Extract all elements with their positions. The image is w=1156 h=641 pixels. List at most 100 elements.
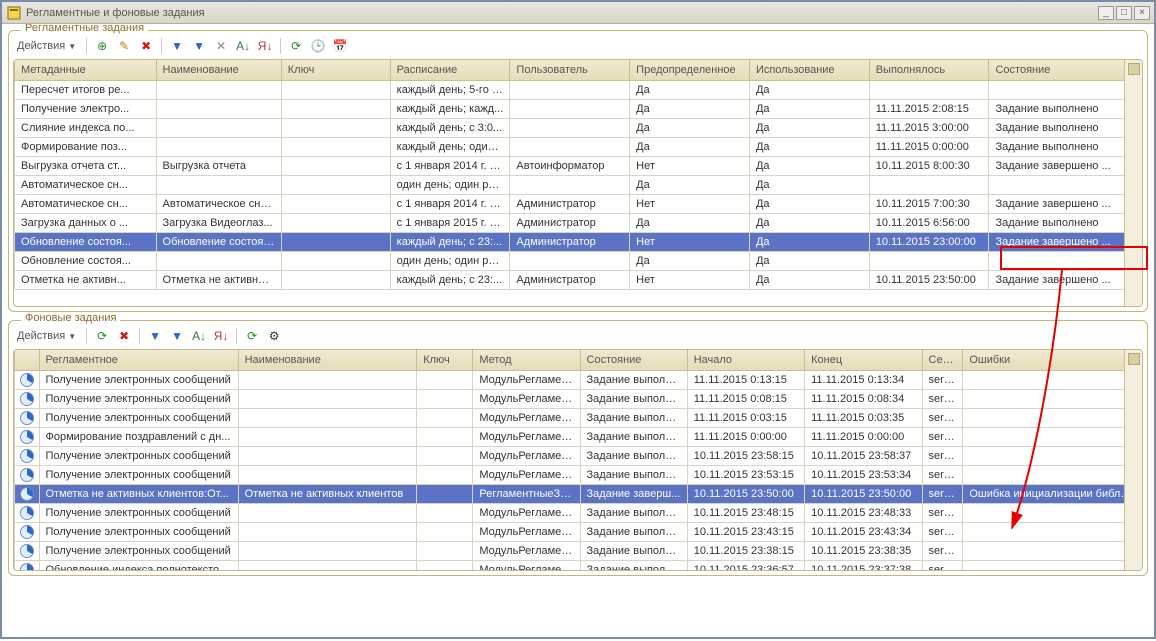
column-header[interactable]: Выполнялось [869, 60, 989, 80]
table-cell [15, 522, 40, 541]
column-header[interactable]: Использование [749, 60, 869, 80]
table-row[interactable]: Получение электронных сообщенийМодульРег… [15, 389, 1142, 408]
refresh2-icon[interactable]: ⟳ [243, 327, 261, 345]
column-header[interactable]: Метаданные [15, 60, 157, 80]
column-header[interactable]: Сер... [922, 350, 963, 370]
filter-icon[interactable]: ▼ [168, 37, 186, 55]
edit-icon[interactable]: ✎ [115, 37, 133, 55]
table-cell: Да [749, 213, 869, 232]
sort-desc-icon[interactable]: Я↓ [256, 37, 274, 55]
table-row[interactable]: Автоматическое сн...один день; один раз.… [15, 175, 1142, 194]
table-row[interactable]: Отметка не активн...Отметка не активны..… [15, 270, 1142, 289]
table-row[interactable]: Получение электронных сообщенийМодульРег… [15, 408, 1142, 427]
table-cell: Автоинформатор [510, 156, 630, 175]
background-table[interactable]: РегламентноеНаименованиеКлючМетодСостоян… [14, 350, 1142, 571]
column-header[interactable] [15, 350, 40, 370]
column-header[interactable]: Ошибки [963, 350, 1142, 370]
table-row[interactable]: Получение электронных сообщенийМодульРег… [15, 503, 1142, 522]
sort-asc-icon[interactable]: A↓ [234, 37, 252, 55]
table-row[interactable]: Формирование поз...каждый день; один ...… [15, 137, 1142, 156]
column-header[interactable]: Ключ [417, 350, 473, 370]
table-cell: 11.11.2015 0:08:34 [805, 389, 922, 408]
table-cell: 10.11.2015 23:50:00 [687, 484, 804, 503]
table-row[interactable]: Формирование поздравлений с дн...МодульР… [15, 427, 1142, 446]
column-header[interactable]: Расписание [390, 60, 510, 80]
calendar-icon[interactable]: 📅 [331, 37, 349, 55]
table-row[interactable]: Отметка не активных клиентов:От...Отметк… [15, 484, 1142, 503]
scrollbar[interactable] [1124, 350, 1142, 570]
table-cell: Задание завершено ... [989, 270, 1142, 289]
column-header[interactable]: Регламентное [39, 350, 238, 370]
table-cell: Да [630, 175, 750, 194]
table-cell: Получение электронных сообщений [39, 446, 238, 465]
clock-icon[interactable]: 🕒 [309, 37, 327, 55]
filter-clear-icon[interactable]: ✕ [212, 37, 230, 55]
delete-icon[interactable]: ✖ [115, 327, 133, 345]
job-status-icon [20, 430, 34, 444]
table-cell: serv... [922, 541, 963, 560]
table-row[interactable]: Обновление состоя...один день; один раз.… [15, 251, 1142, 270]
table-row[interactable]: Получение электронных сообщенийМодульРег… [15, 446, 1142, 465]
table-row[interactable]: Обновление состоя...Обновление состоян..… [15, 232, 1142, 251]
filter-settings-icon[interactable]: ▼ [168, 327, 186, 345]
table-cell: Администратор [510, 213, 630, 232]
table-row[interactable]: Обновление индекса полнотексто...МодульР… [15, 560, 1142, 571]
column-header[interactable]: Наименование [156, 60, 281, 80]
delete-icon[interactable]: ✖ [137, 37, 155, 55]
refresh-icon[interactable]: ⟳ [287, 37, 305, 55]
minimize-button[interactable]: _ [1098, 6, 1114, 20]
table-cell: 10.11.2015 23:00:00 [869, 232, 989, 251]
table-cell: 10.11.2015 23:48:15 [687, 503, 804, 522]
filter-icon[interactable]: ▼ [146, 327, 164, 345]
table-cell: МодульРегламен... [473, 541, 580, 560]
table-cell [281, 137, 390, 156]
table-row[interactable]: Слияние индекса по...каждый день; с 3:0.… [15, 118, 1142, 137]
table-row[interactable]: Пересчет итогов ре...каждый день; 5-го ч… [15, 80, 1142, 99]
table-row[interactable]: Получение электронных сообщенийМодульРег… [15, 370, 1142, 389]
refresh-icon[interactable]: ⟳ [93, 327, 111, 345]
table-cell [963, 446, 1142, 465]
column-header[interactable]: Состояние [989, 60, 1142, 80]
maximize-button[interactable]: □ [1116, 6, 1132, 20]
table-cell [963, 465, 1142, 484]
column-header[interactable]: Пользователь [510, 60, 630, 80]
table-row[interactable]: Получение электронных сообщенийМодульРег… [15, 541, 1142, 560]
actions-dropdown[interactable]: Действия▼ [13, 38, 80, 54]
table-row[interactable]: Автоматическое сн...Автоматическое сня..… [15, 194, 1142, 213]
table-cell: МодульРегламен... [473, 370, 580, 389]
filter-settings-icon[interactable]: ▼ [190, 37, 208, 55]
column-header[interactable]: Предопределенное [630, 60, 750, 80]
table-cell [15, 427, 40, 446]
scrollbar[interactable] [1124, 60, 1142, 306]
table-cell: 10.11.2015 6:56:00 [869, 213, 989, 232]
column-header[interactable]: Наименование [238, 350, 417, 370]
table-row[interactable]: Загрузка данных о ...Загрузка Видеоглаз.… [15, 213, 1142, 232]
actions-dropdown[interactable]: Действия▼ [13, 328, 80, 344]
table-cell: Да [749, 175, 869, 194]
table-cell [417, 446, 473, 465]
sort-desc-icon[interactable]: Я↓ [212, 327, 230, 345]
column-header[interactable]: Начало [687, 350, 804, 370]
column-header[interactable]: Ключ [281, 60, 390, 80]
table-row[interactable]: Получение электронных сообщенийМодульРег… [15, 465, 1142, 484]
table-cell: Выгрузка отчета ст... [15, 156, 157, 175]
table-cell [238, 503, 417, 522]
column-header[interactable]: Конец [805, 350, 922, 370]
table-row[interactable]: Получение электро...каждый день; кажд...… [15, 99, 1142, 118]
table-cell: 10.11.2015 23:58:37 [805, 446, 922, 465]
table-cell: serv... [922, 484, 963, 503]
settings-icon[interactable]: ⚙ [265, 327, 283, 345]
scheduled-table[interactable]: МетаданныеНаименованиеКлючРасписаниеПоль… [14, 60, 1142, 290]
content: Регламентные задания Действия▼ ⊕ ✎ ✖ ▼ ▼… [2, 24, 1154, 637]
table-row[interactable]: Получение электронных сообщенийМодульРег… [15, 522, 1142, 541]
column-header[interactable]: Метод [473, 350, 580, 370]
table-row[interactable]: Выгрузка отчета ст...Выгрузка отчетас 1 … [15, 156, 1142, 175]
close-button[interactable]: × [1134, 6, 1150, 20]
add-icon[interactable]: ⊕ [93, 37, 111, 55]
table-cell [417, 541, 473, 560]
table-cell [156, 175, 281, 194]
table-cell: Формирование поздравлений с дн... [39, 427, 238, 446]
table-cell [510, 175, 630, 194]
sort-asc-icon[interactable]: A↓ [190, 327, 208, 345]
column-header[interactable]: Состояние [580, 350, 687, 370]
